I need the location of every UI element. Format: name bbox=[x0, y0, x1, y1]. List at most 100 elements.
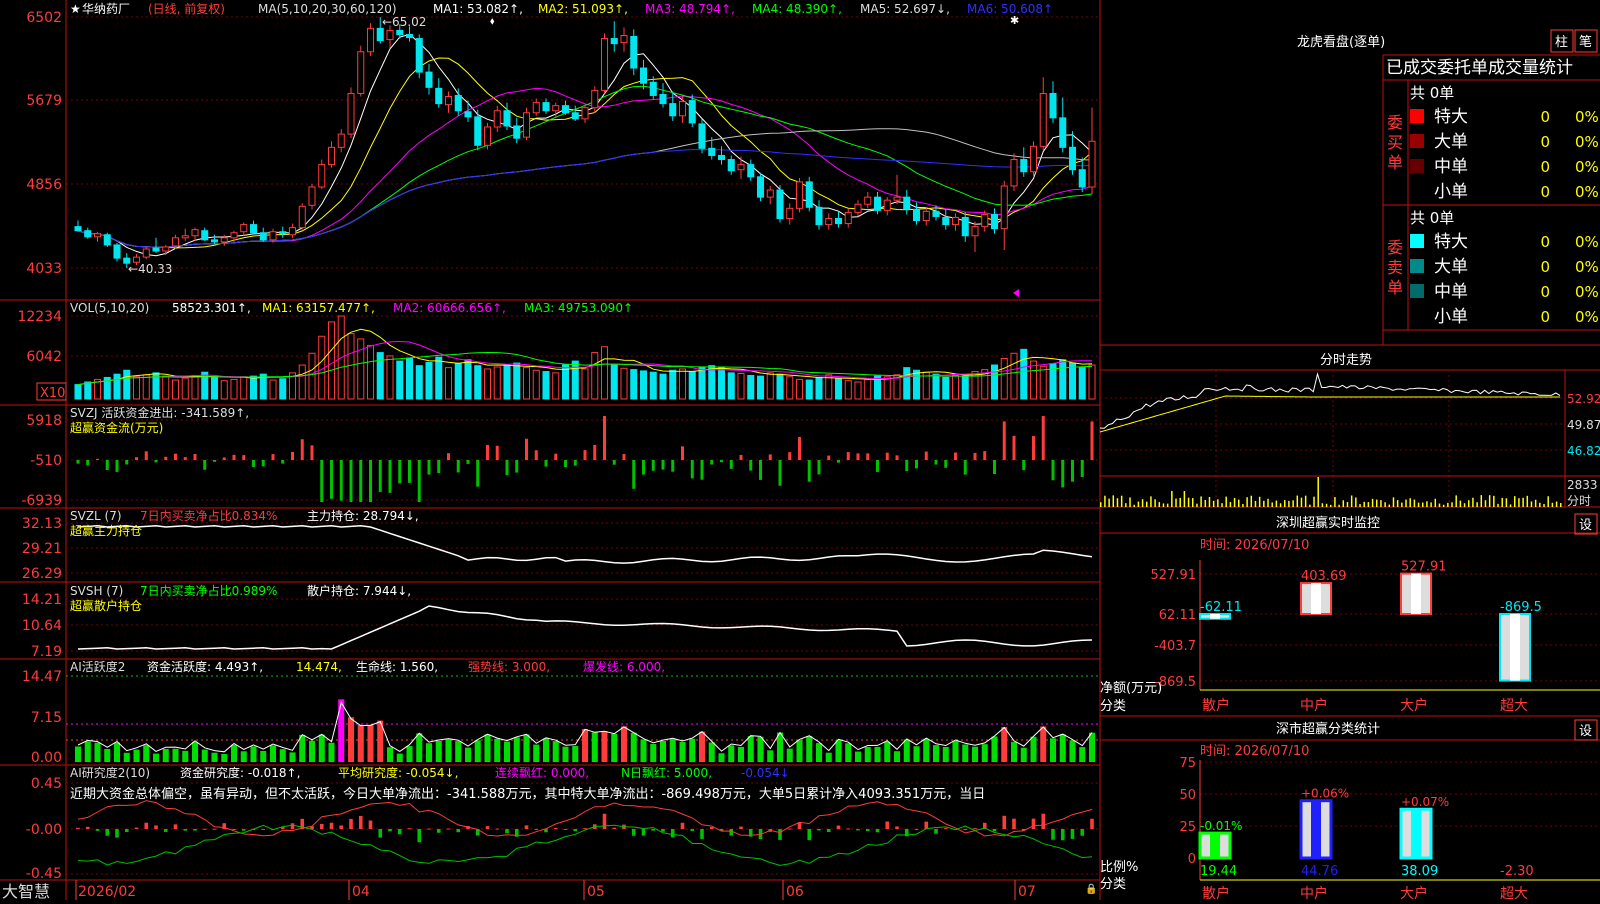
activity-bar bbox=[416, 733, 423, 762]
volume-bar bbox=[1068, 362, 1077, 400]
ma4-value: MA4: 48.390↑, bbox=[752, 2, 842, 16]
flow-bar bbox=[525, 438, 528, 460]
svzj-header: SVZJ 活跃资金进出: -341.589↑, bbox=[70, 405, 249, 420]
activity-bar bbox=[435, 740, 442, 762]
ratio-bar: +0.06% 44.76 bbox=[1299, 787, 1349, 879]
candle-down bbox=[84, 230, 92, 238]
ma3-value: MA3: 48.794↑, bbox=[645, 2, 735, 16]
activity-bar bbox=[113, 742, 121, 762]
candle-down bbox=[405, 33, 414, 39]
volume-bar bbox=[123, 369, 131, 400]
ai-burst-line: 爆发线: 6.000, bbox=[583, 659, 665, 674]
stock-name[interactable]: 华纳药厂 bbox=[82, 2, 130, 16]
intraday-volume-bar bbox=[1250, 495, 1253, 507]
candle-down bbox=[1059, 117, 1067, 148]
intraday-vol-label: 分时 bbox=[1567, 494, 1591, 508]
flow-bar bbox=[339, 460, 343, 501]
activity-bar bbox=[854, 751, 862, 762]
volume-tick: 6042 bbox=[26, 349, 62, 365]
activity-bar bbox=[503, 741, 511, 762]
lock-icon[interactable]: 🔒 bbox=[1085, 883, 1097, 895]
order-count: 0 bbox=[1540, 108, 1550, 126]
candle-up bbox=[327, 146, 336, 166]
flow-bar bbox=[700, 460, 704, 480]
volume-bar bbox=[912, 369, 921, 400]
date-tick: 06 bbox=[786, 884, 804, 900]
activity-bar bbox=[669, 739, 676, 762]
ma2-line bbox=[77, 57, 1093, 249]
net-amount-bar: 403.69 bbox=[1300, 569, 1347, 615]
flow-bar bbox=[622, 453, 626, 460]
flow-bar bbox=[76, 460, 80, 464]
bar-value-label: 403.69 bbox=[1301, 569, 1347, 584]
research-bar bbox=[700, 829, 704, 839]
intraday-volume-bar bbox=[1183, 491, 1186, 507]
volume-bar bbox=[1029, 360, 1038, 400]
sell-total: 共 0单 bbox=[1410, 209, 1454, 227]
bar-value-label: -62.11 bbox=[1200, 600, 1242, 615]
volume-bar bbox=[776, 373, 784, 400]
intraday-volume-bar bbox=[1392, 497, 1395, 507]
flow-bar bbox=[359, 460, 363, 502]
candle-up bbox=[366, 27, 375, 53]
sz-monitor-category: 大户 bbox=[1400, 697, 1428, 714]
flow-bar bbox=[817, 460, 821, 475]
intraday-volume-bar bbox=[1246, 497, 1248, 507]
intraday-volume-bars bbox=[1100, 477, 1562, 507]
longhu-panel: 龙虎看盘(逐单) 柱 笔 已成交委托单成交量统计 委买单 委卖单 共 0单 共 … bbox=[1297, 29, 1599, 327]
activity-bar bbox=[893, 751, 901, 762]
net-amount-bar: -62.11 bbox=[1199, 600, 1242, 620]
flow-bar bbox=[749, 460, 753, 471]
brand-label: 大智慧 bbox=[2, 882, 50, 900]
volume-bar bbox=[532, 369, 540, 400]
chart-mode[interactable]: (日线, 前复权) bbox=[148, 1, 225, 16]
flow-bar bbox=[378, 460, 382, 492]
research-bar bbox=[778, 829, 782, 840]
flow-bar bbox=[222, 457, 226, 460]
candle-down bbox=[454, 94, 462, 112]
intraday-volume-bar bbox=[1288, 500, 1290, 507]
bar-highlight bbox=[1411, 573, 1421, 614]
ai-research-value: 资金研究度: -0.018↑, bbox=[180, 765, 300, 780]
research-bar bbox=[397, 829, 402, 835]
intraday-volume-bar bbox=[1384, 502, 1386, 507]
candle-up bbox=[893, 196, 901, 201]
ratio-delta-label: +0.07% bbox=[1401, 795, 1449, 809]
vol-ma3: MA3: 49753.090↑ bbox=[524, 301, 633, 315]
volume-bar bbox=[669, 369, 677, 400]
activity-bar bbox=[1001, 727, 1008, 762]
flow-bar bbox=[154, 460, 158, 463]
flow-bar bbox=[96, 458, 99, 460]
bar-value-label: -869.5 bbox=[1500, 600, 1542, 615]
section-title: 已成交委托单成交量统计 bbox=[1386, 58, 1573, 78]
intraday-panel: 分时走势 52.92 49.87 46.82 2833 分时 bbox=[1099, 352, 1600, 508]
candle-up bbox=[581, 107, 589, 120]
flow-bar bbox=[213, 460, 216, 462]
flow-bar bbox=[651, 460, 655, 471]
volume-bar bbox=[425, 361, 433, 400]
candle-down bbox=[805, 181, 813, 208]
intraday-volume-bar bbox=[1304, 495, 1307, 507]
volume-bar bbox=[454, 363, 462, 400]
volume-bar bbox=[1039, 365, 1047, 400]
intraday-volume-bar bbox=[1539, 502, 1541, 507]
candle-up bbox=[337, 133, 345, 148]
candle-up bbox=[269, 231, 277, 241]
candle-up bbox=[1000, 185, 1008, 230]
flow-bar bbox=[105, 460, 109, 471]
sell-char-2: 卖 bbox=[1387, 258, 1403, 277]
research-bar bbox=[729, 829, 734, 836]
intraday-volume-bar bbox=[1233, 497, 1236, 507]
svzj-subtitle: 超赢资金流(万元) bbox=[70, 420, 163, 435]
price-tick: 6502 bbox=[26, 10, 62, 26]
low-price-marker: ←40.33 bbox=[128, 262, 172, 276]
research-bar bbox=[875, 829, 880, 833]
intraday-volume-bar bbox=[1141, 499, 1144, 507]
activity-bar bbox=[767, 750, 774, 762]
candle-down bbox=[756, 176, 765, 198]
flow-bar bbox=[330, 460, 333, 499]
activity-bar bbox=[981, 744, 988, 762]
candle-up bbox=[142, 248, 150, 258]
research-bar bbox=[826, 829, 831, 833]
order-color-swatch bbox=[1410, 134, 1424, 148]
